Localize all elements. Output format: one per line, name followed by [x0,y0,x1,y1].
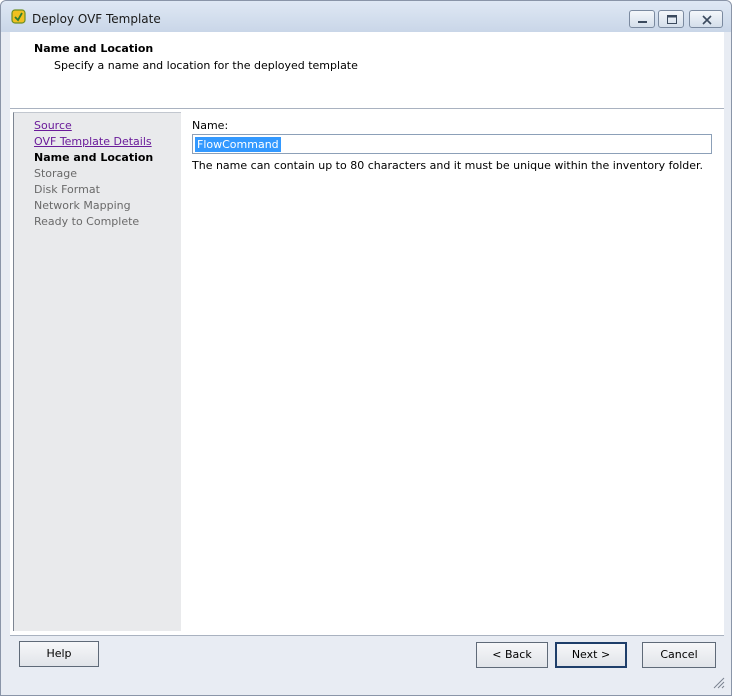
close-button[interactable] [689,10,723,28]
window-title: Deploy OVF Template [32,12,161,26]
step-source[interactable]: Source [34,119,72,132]
name-input[interactable]: FlowCommand [192,134,712,154]
name-field-label: Name: [192,119,229,132]
close-icon [702,15,712,25]
step-disk-format: Disk Format [34,183,100,196]
help-button[interactable]: Help [19,641,99,667]
cancel-button[interactable]: Cancel [642,642,716,668]
name-input-value: FlowCommand [195,137,281,152]
next-button[interactable]: Next > [555,642,627,668]
step-ovf-template-details[interactable]: OVF Template Details [34,135,152,148]
wizard-content: Source OVF Template Details Name and Loc… [10,109,724,635]
wizard-header: Name and Location Specify a name and loc… [10,32,724,109]
maximize-icon [667,15,677,24]
step-name-and-location: Name and Location [34,151,154,164]
title-bar[interactable]: Deploy OVF Template [1,1,731,32]
footer-divider [10,635,724,636]
deploy-ovf-dialog: Deploy OVF Template Name and Location Sp… [0,0,732,696]
step-storage: Storage [34,167,78,180]
wizard-steps-pane: Source OVF Template Details Name and Loc… [13,112,181,631]
resize-grip-icon[interactable] [711,675,725,689]
app-icon [11,9,26,24]
maximize-button[interactable] [658,10,684,28]
minimize-icon [638,21,647,23]
step-network-mapping: Network Mapping [34,199,131,212]
back-button[interactable]: < Back [476,642,548,668]
page-title: Name and Location [34,42,154,55]
name-help-text: The name can contain up to 80 characters… [192,159,704,172]
page-subtitle: Specify a name and location for the depl… [54,59,358,72]
minimize-button[interactable] [629,10,655,28]
step-ready-to-complete: Ready to Complete [34,215,140,228]
